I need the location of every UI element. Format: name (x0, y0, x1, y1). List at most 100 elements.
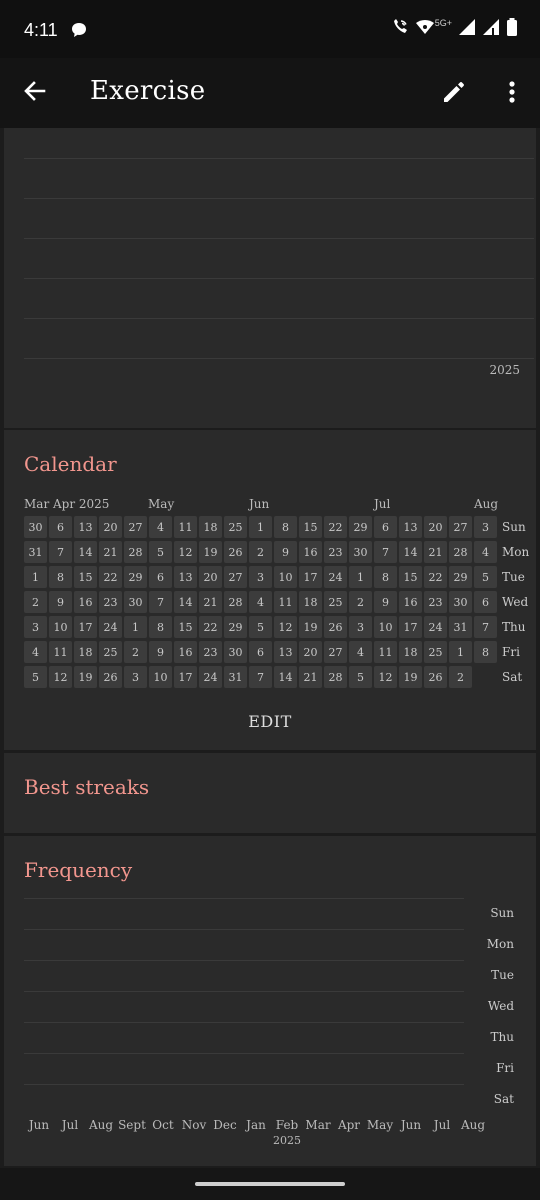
calendar-day-cell[interactable]: 21 (424, 541, 447, 563)
calendar-day-cell[interactable]: 9 (49, 591, 72, 613)
calendar-day-cell[interactable]: 24 (199, 666, 222, 688)
calendar-day-cell[interactable]: 17 (174, 666, 197, 688)
calendar-day-cell[interactable]: 18 (199, 516, 222, 538)
calendar-day-cell[interactable]: 12 (174, 541, 197, 563)
calendar-day-cell[interactable]: 15 (174, 616, 197, 638)
calendar-day-cell[interactable]: 29 (449, 566, 472, 588)
calendar-day-cell[interactable]: 26 (99, 666, 122, 688)
back-button[interactable] (18, 76, 52, 110)
calendar-day-cell[interactable]: 23 (99, 591, 122, 613)
calendar-day-cell[interactable]: 14 (399, 541, 422, 563)
calendar-day-cell[interactable]: 21 (99, 541, 122, 563)
calendar-day-cell[interactable]: 19 (199, 541, 222, 563)
calendar-day-cell[interactable]: 30 (224, 641, 247, 663)
calendar-day-cell[interactable]: 15 (399, 566, 422, 588)
calendar-day-cell[interactable]: 3 (474, 516, 497, 538)
calendar-day-cell[interactable]: 11 (49, 641, 72, 663)
calendar-day-cell[interactable]: 4 (349, 641, 372, 663)
calendar-day-cell[interactable]: 19 (299, 616, 322, 638)
calendar-day-cell[interactable]: 14 (174, 591, 197, 613)
calendar-day-cell[interactable]: 4 (474, 541, 497, 563)
calendar-day-cell[interactable]: 31 (449, 616, 472, 638)
calendar-day-cell[interactable]: 23 (424, 591, 447, 613)
calendar-day-cell[interactable]: 9 (374, 591, 397, 613)
calendar-day-cell[interactable]: 26 (424, 666, 447, 688)
calendar-day-cell[interactable]: 2 (349, 591, 372, 613)
calendar-day-cell[interactable]: 21 (299, 666, 322, 688)
content-scroll[interactable]: 2025 Calendar Mar Apr 2025 May Jun Jul A… (0, 128, 540, 1168)
calendar-day-cell[interactable]: 31 (224, 666, 247, 688)
calendar-day-cell[interactable]: 17 (299, 566, 322, 588)
calendar-day-cell[interactable]: 16 (399, 591, 422, 613)
calendar-edit-button[interactable]: EDIT (4, 712, 536, 731)
calendar-day-cell[interactable]: 8 (274, 516, 297, 538)
calendar-day-cell[interactable]: 5 (474, 566, 497, 588)
calendar-day-cell[interactable]: 13 (399, 516, 422, 538)
calendar-day-cell[interactable]: 30 (24, 516, 47, 538)
calendar-day-cell[interactable]: 25 (424, 641, 447, 663)
calendar-day-cell[interactable]: 16 (74, 591, 97, 613)
calendar-day-cell[interactable]: 24 (324, 566, 347, 588)
calendar-day-cell[interactable]: 18 (399, 641, 422, 663)
calendar-day-cell[interactable]: 22 (99, 566, 122, 588)
calendar-day-cell[interactable]: 26 (324, 616, 347, 638)
calendar-day-cell[interactable]: 5 (249, 616, 272, 638)
calendar-day-cell[interactable]: 9 (149, 641, 172, 663)
calendar-day-cell[interactable]: 10 (374, 616, 397, 638)
overflow-menu-button[interactable] (496, 76, 528, 112)
calendar-day-cell[interactable]: 27 (224, 566, 247, 588)
calendar-day-cell[interactable]: 15 (74, 566, 97, 588)
calendar-day-cell[interactable]: 14 (274, 666, 297, 688)
calendar-day-cell[interactable]: 12 (374, 666, 397, 688)
calendar-day-cell[interactable]: 13 (174, 566, 197, 588)
calendar-day-cell[interactable]: 4 (149, 516, 172, 538)
calendar-day-cell[interactable]: 3 (349, 616, 372, 638)
calendar-day-cell[interactable]: 1 (349, 566, 372, 588)
calendar-day-cell[interactable]: 5 (24, 666, 47, 688)
calendar-day-cell[interactable]: 10 (49, 616, 72, 638)
calendar-day-cell[interactable]: 21 (199, 591, 222, 613)
home-indicator[interactable] (195, 1182, 345, 1186)
calendar-day-cell[interactable]: 2 (124, 641, 147, 663)
calendar-day-cell[interactable]: 22 (324, 516, 347, 538)
calendar-day-cell[interactable]: 28 (124, 541, 147, 563)
calendar-day-cell[interactable]: 13 (74, 516, 97, 538)
calendar-day-cell[interactable]: 28 (449, 541, 472, 563)
calendar-day-cell[interactable]: 15 (299, 516, 322, 538)
calendar-day-cell[interactable]: 30 (349, 541, 372, 563)
calendar-day-cell[interactable]: 20 (99, 516, 122, 538)
calendar-day-cell[interactable]: 7 (249, 666, 272, 688)
calendar-day-cell[interactable]: 1 (249, 516, 272, 538)
calendar-day-cell[interactable]: 19 (74, 666, 97, 688)
calendar-day-cell[interactable]: 18 (299, 591, 322, 613)
calendar-day-cell[interactable]: 6 (474, 591, 497, 613)
calendar-day-cell[interactable]: 2 (24, 591, 47, 613)
calendar-day-cell[interactable]: 6 (374, 516, 397, 538)
calendar-day-cell[interactable]: 23 (324, 541, 347, 563)
calendar-day-cell[interactable]: 12 (274, 616, 297, 638)
calendar-day-cell[interactable]: 28 (324, 666, 347, 688)
calendar-day-cell[interactable]: 29 (349, 516, 372, 538)
calendar-day-cell[interactable]: 4 (24, 641, 47, 663)
calendar-day-cell[interactable]: 4 (249, 591, 272, 613)
calendar-day-cell[interactable]: 27 (124, 516, 147, 538)
calendar-day-cell[interactable]: 16 (174, 641, 197, 663)
calendar-day-cell[interactable]: 28 (224, 591, 247, 613)
calendar-day-cell[interactable]: 8 (374, 566, 397, 588)
calendar-day-cell[interactable]: 13 (274, 641, 297, 663)
calendar-day-cell[interactable]: 3 (249, 566, 272, 588)
calendar-day-cell[interactable]: 24 (424, 616, 447, 638)
calendar-day-cell[interactable]: 8 (474, 641, 497, 663)
calendar-day-cell[interactable]: 7 (49, 541, 72, 563)
calendar-day-cell[interactable]: 25 (99, 641, 122, 663)
calendar-day-cell[interactable]: 18 (74, 641, 97, 663)
calendar-day-cell[interactable]: 10 (149, 666, 172, 688)
calendar-day-cell[interactable]: 31 (24, 541, 47, 563)
calendar-day-cell[interactable]: 6 (249, 641, 272, 663)
calendar-day-cell[interactable]: 11 (274, 591, 297, 613)
calendar-day-cell[interactable]: 20 (424, 516, 447, 538)
calendar-day-cell[interactable]: 29 (224, 616, 247, 638)
calendar-day-cell[interactable]: 24 (99, 616, 122, 638)
calendar-day-cell[interactable]: 7 (149, 591, 172, 613)
calendar-day-cell[interactable]: 7 (374, 541, 397, 563)
